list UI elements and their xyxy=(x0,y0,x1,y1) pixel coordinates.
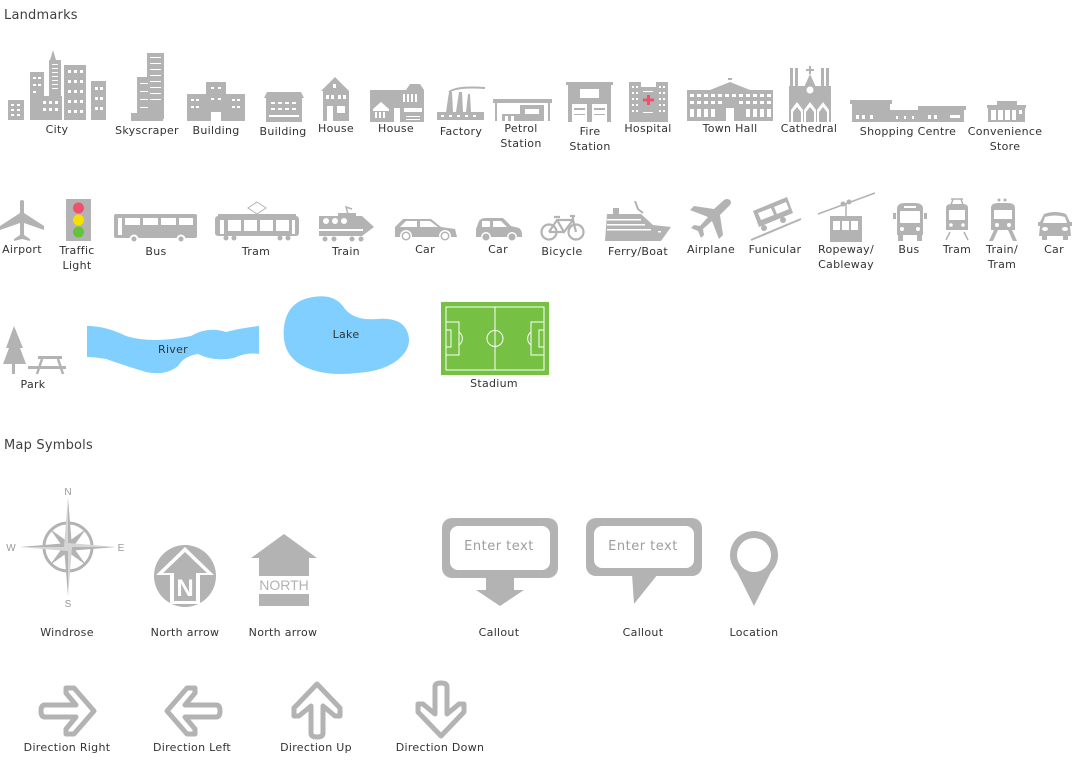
funicular-icon xyxy=(750,197,802,241)
symbol-label: Windrose xyxy=(40,626,94,639)
direction-left-icon xyxy=(164,685,223,737)
hospital-icon xyxy=(629,82,668,122)
park-icon xyxy=(3,326,66,375)
airport-icon xyxy=(0,200,44,241)
tram-icon xyxy=(215,201,299,241)
building-icon xyxy=(187,82,245,121)
map-symbols-heading: Map Symbols xyxy=(4,438,93,453)
bicycle-icon xyxy=(540,214,585,241)
landmark-label: Convenience Store xyxy=(967,125,1043,153)
symbol-label: Callout xyxy=(478,626,520,639)
petrol-station-icon xyxy=(493,99,552,121)
callout-text-field[interactable]: Enter text xyxy=(449,539,549,554)
windrose-n: N xyxy=(64,487,71,498)
traffic-light-icon xyxy=(66,199,91,241)
landmark-label: Stadium xyxy=(470,377,518,390)
north-arrow-glyph: N xyxy=(176,575,193,602)
windrose-s: S xyxy=(65,599,72,610)
airplane-icon xyxy=(690,199,731,239)
stadium-icon xyxy=(441,302,549,375)
windrose-e: E xyxy=(118,543,125,554)
building-icon xyxy=(264,92,304,122)
callout-speech-icon xyxy=(586,518,702,604)
north-arrow-house-icon: NORTH xyxy=(251,534,317,606)
symbol-label: North arrow xyxy=(248,626,318,639)
train-tram-front-icon xyxy=(989,198,1017,241)
north-arrow-circle-icon: N xyxy=(154,545,216,607)
bus-icon xyxy=(114,214,197,243)
car-icon xyxy=(395,219,457,242)
cathedral-icon xyxy=(789,66,831,122)
symbol-label: Direction Up xyxy=(280,741,352,754)
transport-label: Car xyxy=(1044,243,1064,256)
lake-label: Lake xyxy=(332,328,360,341)
direction-right-icon xyxy=(38,685,97,737)
symbol-label: Callout xyxy=(622,626,664,639)
location-pin-icon xyxy=(730,531,778,606)
direction-up-icon xyxy=(291,681,343,740)
tram-front-icon xyxy=(945,198,969,241)
town-hall-icon xyxy=(687,78,773,121)
skyscraper-icon xyxy=(131,53,164,121)
factory-icon xyxy=(437,86,485,120)
landmarks-heading: Landmarks xyxy=(4,8,78,23)
shopping-centre-icon xyxy=(850,100,966,122)
windrose-icon: N S W E xyxy=(6,487,125,610)
car-icon xyxy=(476,218,522,242)
city-icon xyxy=(8,50,106,120)
house-icon xyxy=(370,84,424,122)
symbol-label: Direction Left xyxy=(152,741,232,754)
symbol-label: Location xyxy=(729,626,779,639)
bus-front-icon xyxy=(893,203,927,241)
callout-arrow-icon xyxy=(442,518,558,606)
symbol-label: Direction Down xyxy=(395,741,485,754)
convenience-store-icon xyxy=(987,101,1026,122)
car-front-icon xyxy=(1038,212,1072,240)
callout-text-field[interactable]: Enter text xyxy=(593,539,693,554)
fire-station-icon xyxy=(566,82,613,122)
ferry-boat-icon xyxy=(605,201,671,241)
house-icon xyxy=(321,77,349,121)
landmark-label: Park xyxy=(20,378,46,391)
windrose-w: W xyxy=(6,543,16,554)
symbol-label: Direction Right xyxy=(23,741,111,754)
ropeway-icon xyxy=(817,192,876,242)
north-arrow-glyph: NORTH xyxy=(259,577,309,593)
direction-down-icon xyxy=(415,680,467,739)
river-label: River xyxy=(158,343,188,356)
train-icon xyxy=(319,206,374,242)
